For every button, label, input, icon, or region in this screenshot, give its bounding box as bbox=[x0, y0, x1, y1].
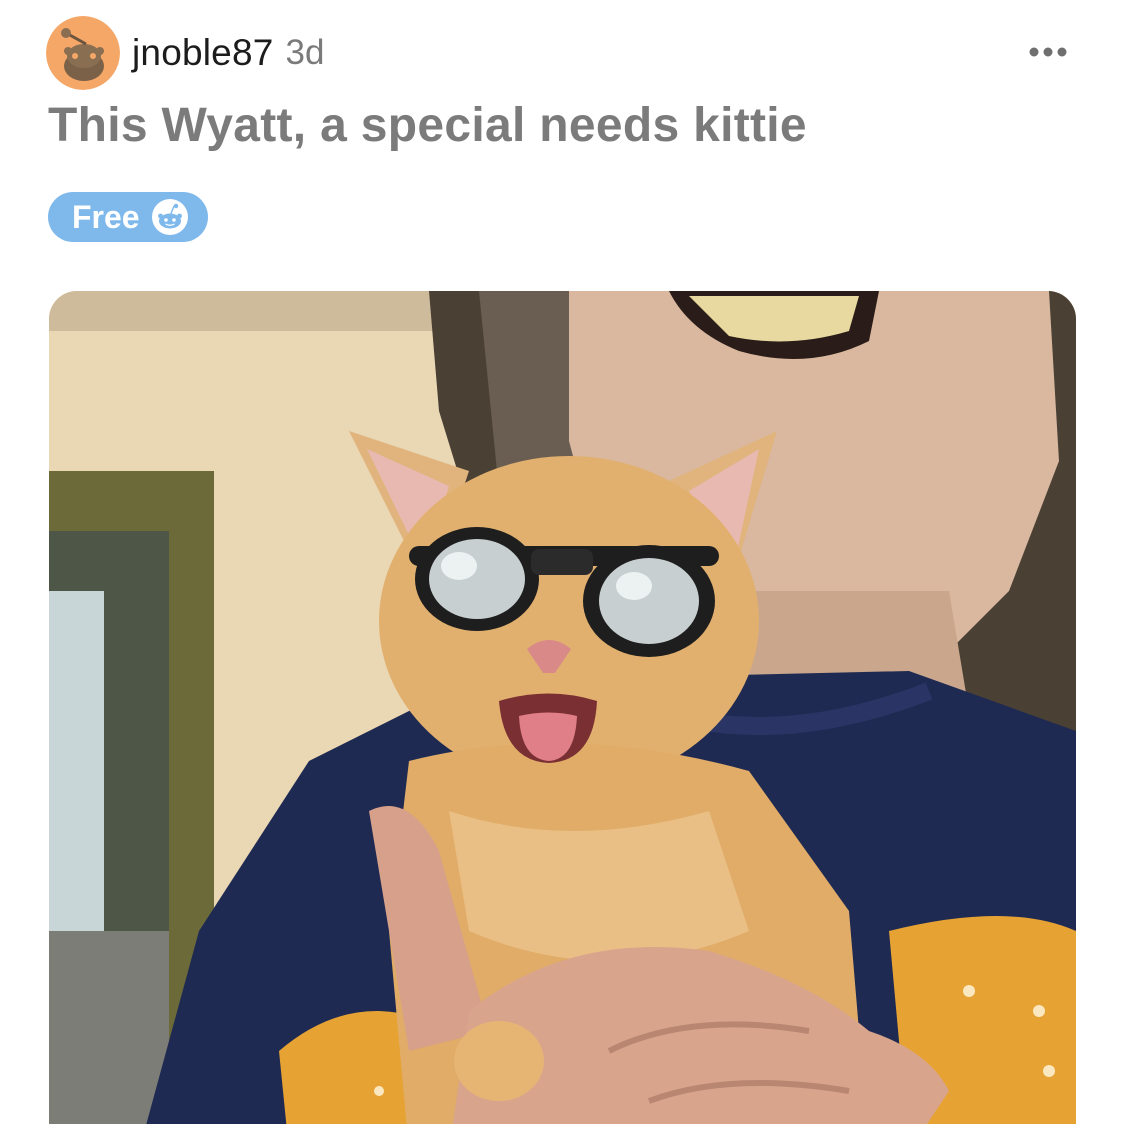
ellipsis-icon bbox=[1029, 47, 1067, 57]
flair-label: Free bbox=[72, 198, 140, 235]
post-title[interactable]: This Wyatt, a special needs kittie bbox=[48, 98, 807, 153]
username[interactable]: jnoble87 bbox=[132, 32, 274, 74]
post-card: jnoble87 3d This Wyatt, a special needs … bbox=[0, 0, 1124, 1124]
post-age: 3d bbox=[285, 33, 325, 72]
kitten-photo bbox=[49, 291, 1076, 1124]
user-avatar[interactable] bbox=[46, 16, 120, 90]
post-image[interactable] bbox=[49, 291, 1076, 1124]
reddit-snoo-icon bbox=[151, 199, 188, 235]
post-flair[interactable]: Free bbox=[48, 192, 208, 242]
snoo-avatar-icon bbox=[46, 16, 120, 90]
post-header: jnoble87 3d bbox=[46, 16, 324, 90]
more-options-button[interactable] bbox=[1028, 40, 1068, 64]
